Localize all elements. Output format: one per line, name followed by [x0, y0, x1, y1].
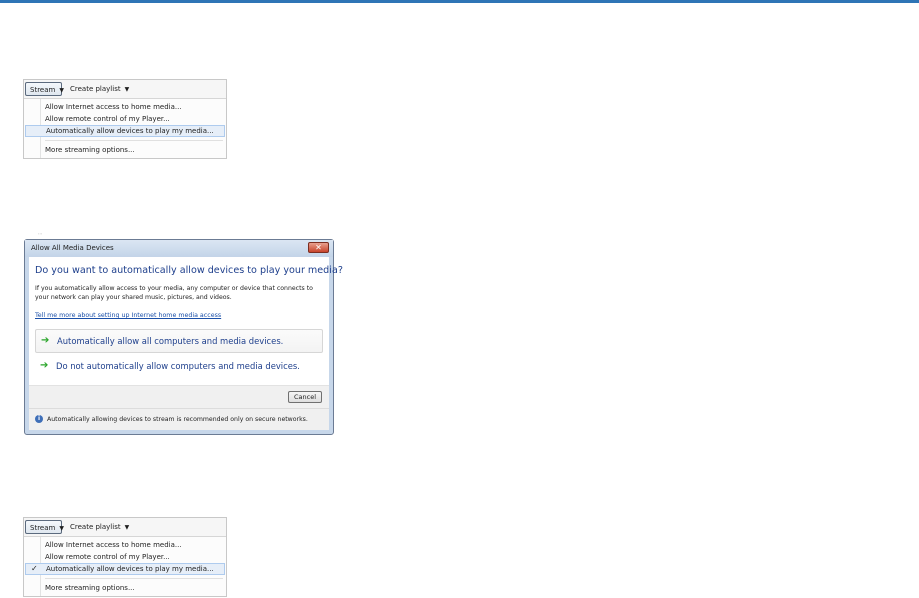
chevron-down-icon: ▼ [59, 525, 64, 532]
auto-allow-all-label: Automatically allow all computers and me… [57, 336, 284, 346]
menu-separator [45, 578, 223, 579]
help-link[interactable]: Tell me more about setting up Internet h… [35, 312, 221, 319]
menu-item-label: More streaming options... [45, 584, 135, 592]
info-icon: i [35, 415, 43, 423]
menu-item-allow-remote-control[interactable]: Allow remote control of my Player... [25, 113, 225, 125]
stream-dropdown-menu: Allow Internet access to home media... A… [24, 536, 226, 596]
green-arrow-icon: ➔ [41, 335, 50, 346]
green-arrow-icon: ➔ [40, 360, 49, 371]
chevron-down-icon: ▼ [59, 87, 64, 94]
menu-item-more-streaming-options[interactable]: More streaming options... [25, 144, 225, 156]
dialog-title: Allow All Media Devices [31, 244, 114, 252]
close-icon: ✕ [315, 243, 322, 252]
stream-menu-panel-1: Stream ▼ Create playlist ▼ Allow Internet … [23, 79, 227, 159]
dialog-description: If you automatically allow access to you… [35, 285, 313, 301]
menu-item-label: Allow Internet access to home media... [45, 103, 182, 111]
menu-item-more-streaming-options[interactable]: More streaming options... [25, 582, 225, 594]
menu-item-label: Allow Internet access to home media... [45, 541, 182, 549]
create-playlist-button[interactable]: Create playlist ▼ [66, 520, 133, 534]
stream-menu-panel-2: Stream ▼ Create playlist ▼ Allow Internet … [23, 517, 227, 597]
dialog-heading: Do you want to automatically allow devic… [35, 265, 343, 276]
footer-note: Automatically allowing devices to stream… [47, 416, 308, 423]
menu-item-auto-allow-devices[interactable]: ✓ Automatically allow devices to play my… [25, 563, 225, 575]
menu-item-allow-remote-control[interactable]: Allow remote control of my Player... [25, 551, 225, 563]
create-playlist-button[interactable]: Create playlist ▼ [66, 82, 133, 96]
menu-item-allow-internet-access[interactable]: Allow Internet access to home media... [25, 539, 225, 551]
do-not-allow-command-link[interactable]: ➔ Do not automatically allow computers a… [35, 355, 323, 379]
checkmark-icon: ✓ [31, 564, 38, 573]
stream-button-label: Stream [30, 86, 56, 94]
close-button[interactable]: ✕ [308, 242, 329, 253]
menu-item-label: Allow remote control of my Player... [45, 115, 170, 123]
allow-media-devices-dialog: Allow All Media Devices ✕ Do you want to… [24, 239, 343, 435]
dialog-footer: i Automatically allowing devices to stre… [29, 408, 329, 430]
stream-button[interactable]: Stream ▼ [25, 520, 64, 534]
dialog-button-area: Cancel [29, 385, 329, 408]
menu-item-auto-allow-devices[interactable]: Automatically allow devices to play my m… [25, 125, 225, 137]
menu-item-label: Allow remote control of my Player... [45, 553, 170, 561]
top-accent-bar [0, 0, 919, 3]
dialog-body: Do you want to automatically allow devic… [29, 257, 343, 430]
menu-toolbar: Stream ▼ Create playlist ▼ [24, 80, 226, 98]
auto-allow-all-command-link[interactable]: ➔ Automatically allow all computers and … [35, 329, 323, 353]
menu-separator [45, 140, 223, 141]
stream-button-label: Stream [30, 524, 56, 532]
chevron-down-icon[interactable]: ▼ [125, 521, 130, 535]
menu-item-label: Automatically allow devices to play my m… [46, 127, 214, 135]
do-not-allow-label: Do not automatically allow computers and… [56, 361, 300, 371]
chevron-down-icon[interactable]: ▼ [125, 83, 130, 97]
dialog-titlebar[interactable]: Allow All Media Devices ✕ [25, 240, 333, 257]
create-playlist-label: Create playlist [70, 85, 121, 93]
menu-item-label: Automatically allow devices to play my m… [46, 565, 214, 573]
menu-toolbar: Stream ▼ Create playlist ▼ [24, 518, 226, 536]
cancel-button[interactable]: Cancel [288, 391, 322, 403]
create-playlist-label: Create playlist [70, 523, 121, 531]
menu-item-label: More streaming options... [45, 146, 135, 154]
stream-dropdown-menu: Allow Internet access to home media... A… [24, 98, 226, 158]
stream-button[interactable]: Stream ▼ [25, 82, 64, 96]
menu-item-allow-internet-access[interactable]: Allow Internet access to home media... [25, 101, 225, 113]
